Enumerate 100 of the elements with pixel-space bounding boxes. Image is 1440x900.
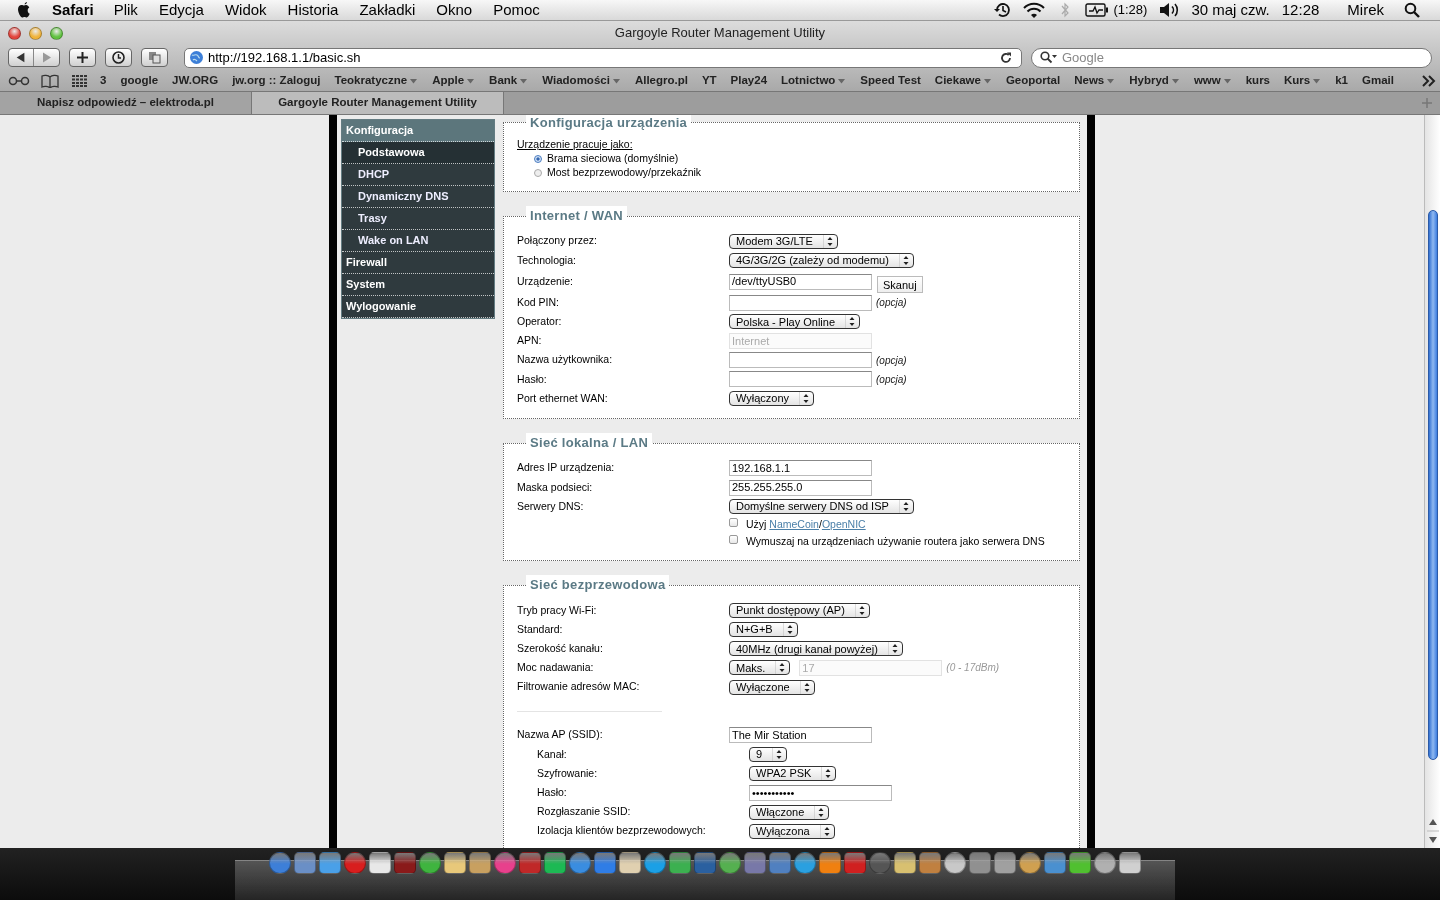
- menu-item[interactable]: Pomoc: [493, 0, 540, 22]
- app-menu[interactable]: Safari: [52, 0, 94, 22]
- bookmark-item[interactable]: Teokratyczne: [334, 71, 419, 90]
- menu-item[interactable]: Plik: [113, 0, 138, 22]
- sidebar-item[interactable]: Konfiguracja: [342, 120, 494, 142]
- bookmark-item[interactable]: Play24: [730, 71, 768, 90]
- bookmark-item[interactable]: Wiadomości: [542, 71, 621, 90]
- reload-icon[interactable]: [999, 50, 1013, 65]
- address-field[interactable]: http://192.168.1.1/basic.sh: [184, 47, 1022, 68]
- scrollbar-thumb[interactable]: [1427, 210, 1438, 760]
- search-icon[interactable]: [1404, 2, 1420, 18]
- menu-item[interactable]: Edycja: [158, 0, 204, 22]
- dock-app-icon[interactable]: [369, 852, 391, 874]
- grid-icon[interactable]: [72, 74, 88, 87]
- bookmark-item[interactable]: Lotnictwo: [781, 71, 847, 90]
- sidebar-item[interactable]: Podstawowa: [342, 142, 494, 164]
- scrollbar-track[interactable]: [1424, 115, 1440, 848]
- select-dropdown[interactable]: Wyłączona: [749, 823, 835, 839]
- dock-app-icon[interactable]: [419, 852, 441, 874]
- dock-app-icon[interactable]: [1044, 852, 1066, 874]
- bookmark-item[interactable]: YT: [701, 71, 717, 90]
- sidebar-item[interactable]: Dynamiczny DNS: [342, 186, 494, 208]
- input-field[interactable]: [729, 352, 872, 369]
- dock-app-icon[interactable]: [544, 852, 566, 874]
- dock-app-icon[interactable]: [1019, 852, 1041, 874]
- bookmark-item[interactable]: Speed Test: [860, 71, 921, 90]
- dock-app-icon[interactable]: [294, 852, 316, 874]
- close-button[interactable]: [8, 26, 21, 40]
- more-chevron-icon[interactable]: [1422, 74, 1436, 87]
- history-button[interactable]: [105, 48, 132, 67]
- select-dropdown[interactable]: 9: [749, 747, 788, 763]
- dock-app-icon[interactable]: [919, 852, 941, 874]
- sidebar-item[interactable]: DHCP: [342, 164, 494, 186]
- scan-button[interactable]: Skanuj: [877, 276, 923, 294]
- menu-item[interactable]: Zakładki: [359, 0, 416, 22]
- menu-item[interactable]: Okno: [436, 0, 473, 22]
- select-dropdown[interactable]: N+G+B: [729, 622, 798, 638]
- bookmark-item[interactable]: k1: [1335, 71, 1348, 90]
- link[interactable]: NameCoin: [769, 518, 819, 531]
- dock-app-icon[interactable]: [719, 852, 741, 874]
- select-dropdown[interactable]: Domyślne serwery DNS od ISP: [729, 499, 914, 515]
- menu-item[interactable]: Widok: [224, 0, 267, 22]
- dock-app-icon[interactable]: [969, 852, 991, 874]
- input-field[interactable]: [729, 371, 872, 388]
- bookmark-item[interactable]: Gmail: [1362, 71, 1394, 90]
- radio-button[interactable]: [534, 169, 542, 178]
- input-field[interactable]: /dev/ttyUSB0: [729, 273, 872, 290]
- bookmark-item[interactable]: Kurs: [1284, 71, 1322, 90]
- bookmark-item[interactable]: 3: [100, 71, 107, 90]
- user-menu[interactable]: Mirek: [1347, 0, 1384, 22]
- checkbox[interactable]: [729, 518, 738, 528]
- wifi-icon[interactable]: [1023, 2, 1046, 18]
- select-dropdown[interactable]: 4G/3G/2G (zależy od modemu): [729, 253, 914, 269]
- apple-icon[interactable]: [16, 1, 32, 19]
- zoom-button[interactable]: [50, 26, 63, 40]
- bookmark-item[interactable]: Ciekawe: [934, 71, 992, 90]
- dock-app-icon[interactable]: [569, 852, 591, 874]
- bookmark-item[interactable]: Apple: [432, 71, 476, 90]
- browser-tab[interactable]: Napisz odpowiedź – elektroda.pl: [0, 92, 252, 114]
- input-field[interactable]: The Mir Station: [729, 727, 872, 744]
- menu-item[interactable]: Historia: [287, 0, 339, 22]
- bookmark-item[interactable]: kurs: [1245, 71, 1270, 90]
- dock-app-icon[interactable]: [644, 852, 666, 874]
- translate-button[interactable]: [141, 48, 168, 67]
- dock-app-icon[interactable]: [269, 852, 291, 874]
- select-dropdown[interactable]: Punkt dostępowy (AP): [729, 602, 870, 618]
- bookmark-item[interactable]: Geoportal: [1005, 71, 1061, 90]
- dock-app-icon[interactable]: [1069, 852, 1091, 874]
- select-dropdown[interactable]: WPA2 PSK: [749, 766, 837, 782]
- bookmark-item[interactable]: JW.ORG: [172, 71, 219, 90]
- select-dropdown[interactable]: Wyłączone: [729, 679, 815, 695]
- input-field[interactable]: 192.168.1.1: [729, 460, 872, 477]
- link[interactable]: OpenNIC: [821, 518, 866, 531]
- bookmark-item[interactable]: google: [120, 71, 159, 90]
- bookmark-item[interactable]: Hybryd: [1129, 71, 1180, 90]
- dock-app-icon[interactable]: [794, 852, 816, 874]
- bookmark-item[interactable]: Allegro.pl: [634, 71, 688, 90]
- book-icon[interactable]: [40, 73, 60, 88]
- input-field[interactable]: [729, 294, 872, 311]
- dock-app-icon[interactable]: [494, 852, 516, 874]
- bookmark-item[interactable]: www: [1193, 71, 1232, 90]
- battery-icon[interactable]: [1085, 3, 1110, 17]
- reading-glasses-icon[interactable]: [8, 74, 30, 87]
- dock-app-icon[interactable]: [894, 852, 916, 874]
- radio-button[interactable]: [534, 155, 542, 164]
- sidebar-item[interactable]: Trasy: [342, 208, 494, 230]
- dock-app-icon[interactable]: [319, 852, 341, 874]
- time-machine-icon[interactable]: [993, 1, 1012, 19]
- bookmark-item[interactable]: jw.org :: Zaloguj: [232, 71, 321, 90]
- checkbox[interactable]: [729, 535, 738, 545]
- add-bookmark-button[interactable]: [69, 48, 96, 67]
- select-dropdown[interactable]: 40MHz (drugi kanał powyżej): [729, 641, 903, 657]
- dock-app-icon[interactable]: [994, 852, 1016, 874]
- volume-icon[interactable]: [1159, 2, 1180, 18]
- input-field[interactable]: •••••••••••: [749, 784, 892, 801]
- dock-app-icon[interactable]: [469, 852, 491, 874]
- select-dropdown[interactable]: Wyłączony: [729, 391, 815, 407]
- select-dropdown[interactable]: Polska - Play Online: [729, 314, 861, 330]
- dock-app-icon[interactable]: [944, 852, 966, 874]
- input-field[interactable]: 255.255.255.0: [729, 479, 872, 496]
